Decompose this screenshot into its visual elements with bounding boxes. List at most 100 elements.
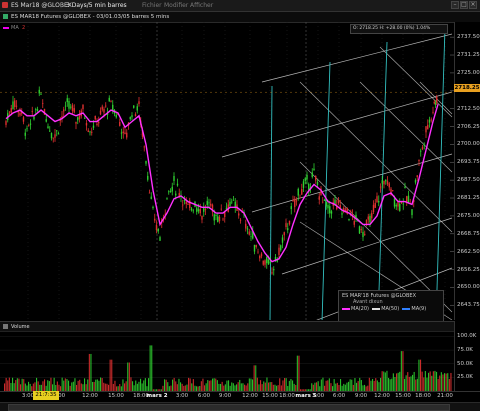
- volume-bar: [284, 378, 286, 391]
- volume-bar: [415, 379, 417, 391]
- volume-bar: [138, 381, 140, 391]
- candle-body: [348, 219, 350, 221]
- candle-body: [302, 181, 305, 188]
- chart-settings-icon[interactable]: [3, 14, 8, 19]
- timeframe-selector[interactable]: 3 Days/5 min barres: [66, 2, 127, 9]
- candle-body: [63, 109, 65, 112]
- candle-body: [89, 131, 91, 133]
- volume-bar: [125, 381, 127, 391]
- volume-bar: [61, 377, 63, 391]
- volume-bar: [12, 377, 14, 391]
- time-tick-label: 15:00: [262, 393, 278, 399]
- volume-bar: [418, 359, 420, 391]
- volume-bar: [357, 381, 359, 391]
- volume-settings-icon[interactable]: [3, 324, 8, 329]
- menu-fichier[interactable]: Fichier: [142, 2, 162, 9]
- volume-bar: [408, 376, 410, 391]
- study-entry-ma9[interactable]: MA(9): [411, 306, 426, 312]
- volume-bar: [164, 379, 166, 391]
- candle-body: [52, 137, 54, 139]
- study-entry-ma20[interactable]: MA(20): [351, 306, 369, 312]
- volume-bar: [34, 382, 36, 391]
- candle-body: [341, 213, 343, 215]
- volume-bar: [340, 379, 342, 391]
- candle-body: [425, 126, 427, 133]
- candle-body: [145, 161, 147, 164]
- volume-bar: [74, 378, 76, 391]
- minimize-button[interactable]: –: [451, 1, 459, 9]
- candle-body: [393, 198, 396, 207]
- volume-bar: [412, 374, 414, 391]
- volume-bar: [346, 382, 348, 391]
- volume-bar: [320, 379, 322, 391]
- volume-bar: [23, 379, 25, 391]
- volume-bar: [132, 381, 134, 391]
- close-button[interactable]: ×: [469, 1, 477, 9]
- candle-body: [87, 130, 89, 132]
- time-tick-label: 9:00: [354, 393, 368, 399]
- volume-bar: [111, 359, 113, 391]
- candle-body: [213, 214, 215, 221]
- volume-bar: [4, 383, 6, 391]
- volume-bar: [101, 378, 103, 391]
- volume-bar: [293, 383, 295, 391]
- candle-body: [120, 132, 123, 134]
- candle-body: [421, 147, 424, 150]
- candle-body: [82, 104, 84, 110]
- volume-bar: [402, 351, 404, 391]
- price-tick-label: 2668.75: [457, 230, 480, 237]
- volume-bar: [322, 377, 324, 391]
- volume-axis[interactable]: 100.0K 75.0K 50.0K 25.0K: [454, 321, 480, 391]
- volume-bar: [373, 380, 375, 391]
- price-tick-label: 2662.50: [457, 248, 480, 255]
- volume-bar: [450, 372, 452, 391]
- study-legend-box[interactable]: ES MAR'18 Futures @GLOBEX Avant dixun MA…: [338, 290, 444, 322]
- candle-body: [131, 115, 133, 118]
- price-chart[interactable]: [0, 22, 454, 320]
- trend-line: [221, 91, 453, 158]
- volume-bar: [36, 377, 38, 391]
- candle-body: [28, 125, 30, 127]
- candle-body: [91, 131, 93, 133]
- candle-body: [436, 96, 438, 103]
- maximize-button[interactable]: □: [460, 1, 468, 9]
- study-entry-ma50[interactable]: MA(50): [381, 306, 399, 312]
- candle-body: [187, 204, 189, 206]
- candle-body: [112, 104, 114, 111]
- volume-tick-label: 50.0K: [457, 360, 473, 367]
- volume-bar: [336, 382, 338, 391]
- app-icon: [2, 2, 8, 8]
- menu-afficher[interactable]: Afficher: [190, 2, 213, 9]
- volume-bar: [80, 383, 82, 391]
- volume-bar: [298, 355, 300, 391]
- price-panel[interactable]: [0, 22, 454, 320]
- candle-body: [24, 132, 26, 136]
- price-axis[interactable]: 2737.502731.252725.002718.752712.502706.…: [454, 22, 480, 320]
- volume-bar: [103, 382, 105, 391]
- volume-bar: [429, 371, 431, 391]
- candle-body: [199, 209, 201, 214]
- menu-modifier[interactable]: Modifier: [164, 2, 188, 9]
- candle-body: [239, 219, 242, 221]
- candle-body: [206, 200, 208, 205]
- volume-bar: [180, 382, 182, 391]
- volume-bar: [268, 382, 270, 391]
- fan-line: [359, 81, 453, 173]
- candle-body: [50, 132, 53, 139]
- candle-body: [108, 97, 110, 102]
- candle-body: [40, 93, 42, 95]
- candle-body: [283, 232, 285, 236]
- volume-bar: [288, 380, 290, 391]
- candle-body: [315, 176, 317, 181]
- volume-panel[interactable]: [0, 331, 454, 391]
- candle-body: [110, 101, 112, 103]
- candle-body: [371, 212, 373, 219]
- candle-body: [136, 106, 138, 111]
- volume-bar: [96, 379, 98, 391]
- volume-chart[interactable]: [0, 331, 454, 391]
- candle-body: [327, 205, 329, 209]
- volume-bar: [144, 378, 146, 391]
- candle-body: [385, 179, 387, 182]
- candle-body: [362, 231, 364, 238]
- time-axis[interactable]: 3:00 9:00 12:00 15:00 18:00 mars 2 3:00 6:00 9:0…: [0, 391, 480, 402]
